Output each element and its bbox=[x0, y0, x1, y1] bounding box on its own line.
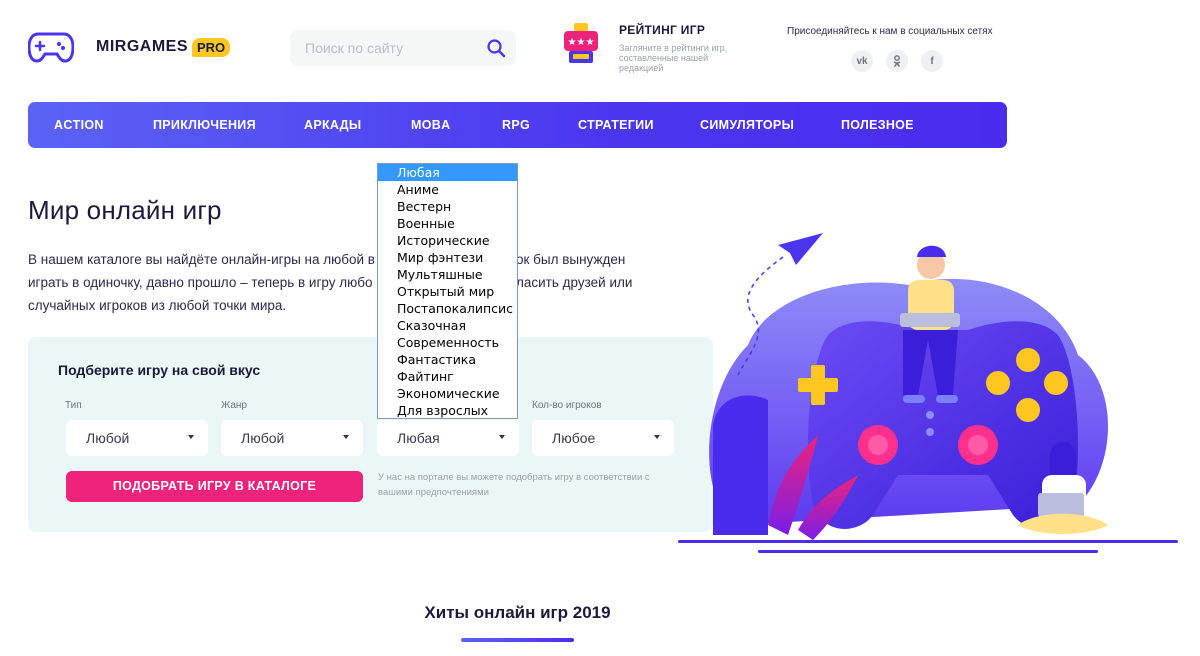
genre-select-value: Любой bbox=[241, 430, 285, 446]
intro-line-1a: В нашем каталоге вы найдёте онлайн-игры … bbox=[28, 252, 375, 267]
intro-line-2b: ласить друзей или bbox=[516, 275, 633, 290]
hits-underline bbox=[461, 638, 574, 642]
hits-heading: Хиты онлайн игр 2019 bbox=[424, 603, 611, 622]
search-box bbox=[290, 30, 516, 66]
intro-line-1b: ок был вынужден bbox=[516, 252, 626, 267]
dropdown-option[interactable]: Фантастика bbox=[378, 351, 517, 368]
page-title: Мир онлайн игр bbox=[28, 195, 222, 225]
search-input[interactable] bbox=[290, 30, 470, 66]
hero-illustration bbox=[678, 233, 1178, 553]
dropdown-option[interactable]: Открытый мир bbox=[378, 283, 517, 300]
intro-line-2a: играть в одиночку, давно прошло – теперь… bbox=[28, 275, 373, 290]
nav-item-strategies[interactable]: СТРАТЕГИИ bbox=[578, 118, 654, 132]
dropdown-option[interactable]: Мир фэнтези bbox=[378, 249, 517, 266]
rating-block[interactable]: ★★★ РЕЙТИНГ ИГР Загляните в рейтинги игр… bbox=[563, 23, 739, 73]
logo-badge: PRO bbox=[192, 37, 231, 57]
odnoklassniki-icon[interactable] bbox=[886, 50, 908, 72]
nav-item-rpg[interactable]: RPG bbox=[502, 118, 530, 132]
svg-text:★★★: ★★★ bbox=[568, 37, 595, 48]
type-label: Тип bbox=[65, 400, 82, 411]
gamepad-icon bbox=[28, 32, 74, 63]
dropdown-option[interactable]: Вестерн bbox=[378, 198, 517, 215]
rating-title: РЕЙТИНГ ИГР bbox=[619, 23, 706, 37]
dropdown-option[interactable]: Аниме bbox=[378, 181, 517, 198]
dropdown-option[interactable]: Исторические bbox=[378, 232, 517, 249]
social-block: Присоединяйтесь к нам в социальных сетях… bbox=[787, 26, 1027, 72]
search-icon[interactable] bbox=[486, 38, 506, 58]
social-title: Присоединяйтесь к нам в социальных сетях bbox=[787, 26, 993, 37]
filter-note: У нас на портале вы можете подобрать игр… bbox=[378, 472, 650, 498]
players-label: Кол-во игроков bbox=[532, 400, 602, 411]
nav-item-adventures[interactable]: ПРИКЛЮЧЕНИЯ bbox=[153, 118, 256, 132]
intro-line-3: случайных игроков из любой точки мира. bbox=[28, 298, 287, 313]
chevron-down-icon bbox=[654, 435, 660, 439]
find-game-button[interactable]: ПОДОБРАТЬ ИГРУ В КАТАЛОГЕ bbox=[66, 471, 363, 502]
setting-select-value: Любая bbox=[397, 430, 440, 446]
dropdown-option[interactable]: Постапокалипсис bbox=[378, 300, 517, 317]
setting-dropdown-list: Любая Аниме Вестерн Военные Исторические… bbox=[377, 163, 518, 419]
vk-icon[interactable]: vk bbox=[851, 50, 873, 72]
dropdown-option[interactable]: Экономические bbox=[378, 385, 517, 402]
filter-panel: Подберите игру на свой вкус Тип Любой Жа… bbox=[28, 337, 713, 532]
intro-text: В нашем каталоге вы найдёте онлайн-игры … bbox=[28, 248, 648, 317]
dropdown-option[interactable]: Современность bbox=[378, 334, 517, 351]
chevron-down-icon bbox=[343, 435, 349, 439]
logo-text: MIRGAMES bbox=[96, 38, 188, 55]
dropdown-option[interactable]: Для взрослых bbox=[378, 402, 517, 419]
rating-subtitle: Загляните в рейтинги игр, составленные н… bbox=[619, 43, 728, 73]
filter-title: Подберите игру на свой вкус bbox=[58, 362, 261, 378]
chevron-down-icon bbox=[499, 435, 505, 439]
rating-robot-icon: ★★★ bbox=[564, 23, 598, 63]
nav-item-arcades[interactable]: АРКАДЫ bbox=[304, 118, 361, 132]
type-select[interactable]: Любой bbox=[66, 420, 208, 456]
type-select-value: Любой bbox=[86, 430, 130, 446]
site-logo[interactable]: MIRGAMES PRO bbox=[28, 30, 231, 64]
genre-select[interactable]: Любой bbox=[221, 420, 363, 456]
players-select[interactable]: Любое bbox=[532, 420, 674, 456]
chevron-down-icon bbox=[188, 435, 194, 439]
players-select-value: Любое bbox=[552, 430, 596, 446]
nav-item-action[interactable]: ACTION bbox=[54, 118, 104, 132]
dropdown-option[interactable]: Файтинг bbox=[378, 368, 517, 385]
setting-select[interactable]: Любая bbox=[377, 420, 519, 456]
dropdown-option[interactable]: Мультяшные bbox=[378, 266, 517, 283]
nav-item-useful[interactable]: ПОЛЕЗНОЕ bbox=[841, 118, 914, 132]
dropdown-option[interactable]: Сказочная bbox=[378, 317, 517, 334]
nav-item-moba[interactable]: MOBA bbox=[411, 118, 450, 132]
genre-label: Жанр bbox=[221, 400, 247, 411]
facebook-icon[interactable]: f bbox=[921, 50, 943, 72]
dropdown-option-selected[interactable]: Любая bbox=[378, 164, 517, 181]
dropdown-option[interactable]: Военные bbox=[378, 215, 517, 232]
main-nav: ACTION ПРИКЛЮЧЕНИЯ АРКАДЫ MOBA RPG СТРАТ… bbox=[28, 102, 1007, 148]
nav-item-simulators[interactable]: СИМУЛЯТОРЫ bbox=[700, 118, 794, 132]
